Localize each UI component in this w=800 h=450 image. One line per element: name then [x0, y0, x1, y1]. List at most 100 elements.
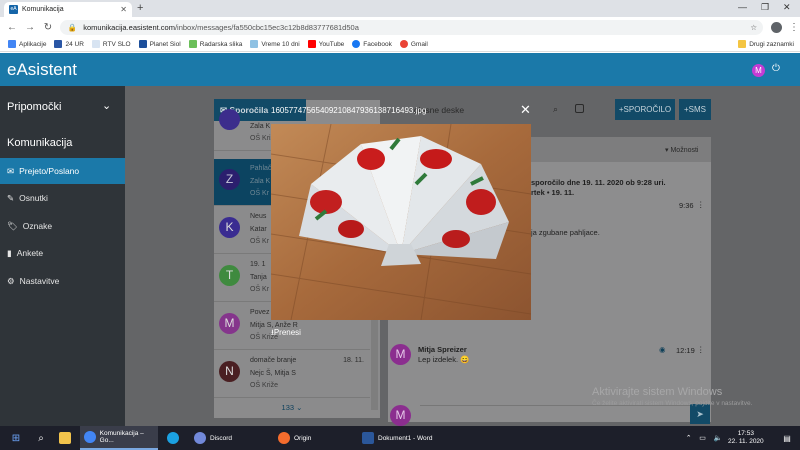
more-vert-icon[interactable]: ⋮ [697, 345, 705, 354]
facebook-icon [352, 40, 361, 48]
notifications-icon[interactable]: ▤ [780, 426, 794, 450]
rtv-icon [91, 40, 100, 48]
close-icon[interactable]: ✕ [520, 102, 531, 118]
avatar: K [219, 217, 240, 238]
emoji-icon: 😄 [460, 355, 470, 364]
tag-icon: 🏷 [7, 220, 18, 231]
url-path: /inbox/messages/fa550cbc15ec3c12b8d83777… [174, 22, 359, 32]
lightbox-filename: 16057747565409210847936138716493.jpg [271, 106, 427, 115]
message-info-line2: rtek • 19. 11. [531, 188, 575, 197]
pencil-icon: ✎ [7, 192, 15, 203]
lock-icon: 🔒 [67, 22, 78, 32]
more-vert-icon[interactable]: ⋮ [697, 200, 705, 209]
sidebar-item-settings[interactable]: ⚙ Nastavitve [0, 268, 125, 294]
youtube-icon [307, 40, 316, 48]
brand-logo[interactable]: eAsistent [7, 60, 77, 80]
taskbar-item-discord[interactable]: Discord [190, 426, 270, 450]
24ur-icon [54, 40, 63, 48]
bookmark-item[interactable]: Facebook [352, 40, 392, 48]
file-explorer-icon[interactable] [54, 426, 76, 450]
select-icon[interactable] [575, 104, 584, 113]
discord-icon [194, 432, 206, 444]
chevron-up-icon: ⌃ [685, 435, 692, 442]
word-icon [362, 432, 374, 444]
browser-tab[interactable]: eA Komunikacija ✕ [4, 2, 132, 17]
taskbar-item-chrome[interactable]: Komunikacija – Go... [80, 426, 158, 450]
sidebar-item-polls[interactable]: ▮ Ankete [0, 240, 125, 266]
other-bookmarks[interactable]: Drugi zaznamki [738, 40, 794, 48]
download-button[interactable]: ⭳Prenesi [271, 327, 305, 341]
taskbar-clock[interactable]: 17:53 22. 11. 2020 [728, 430, 764, 446]
folder-icon [738, 40, 747, 48]
taskbar-item-word[interactable]: Dokument1 - Word [358, 426, 448, 450]
composer-avatar: M [390, 405, 411, 426]
inbox-icon: ✉ [7, 165, 15, 176]
avatar: N [219, 361, 240, 382]
bookmark-item[interactable]: YouTube [307, 40, 344, 48]
menu-icon[interactable]: ⋮ [788, 22, 800, 33]
bookmark-item[interactable]: Aplikacije [8, 40, 46, 48]
url-domain: komunikacija.easistent.com [83, 22, 175, 32]
windows-start-icon[interactable]: ⊞ [4, 426, 28, 450]
system-tray[interactable]: ⌃ ▭ 🔈 [684, 426, 724, 450]
gear-icon: ⚙ [7, 275, 15, 286]
new-tab-icon[interactable]: + [137, 2, 143, 14]
address-bar[interactable]: 🔒 komunikacija.easistent.com/inbox/messa… [59, 19, 764, 35]
tab-title: Komunikacija [22, 6, 64, 13]
lightbox-photo [271, 124, 531, 320]
chevron-down-icon: ⌄ [294, 403, 303, 412]
siol-icon [138, 40, 147, 48]
bookmark-star-icon[interactable]: ☆ [750, 23, 757, 32]
avatar: Z [219, 169, 240, 190]
tools-heading[interactable]: Pripomočki [7, 101, 61, 113]
reply-time: 12:19 [676, 346, 695, 355]
address-row: ← → ↻ 🔒 komunikacija.easistent.com/inbox… [0, 17, 800, 37]
avatar: T [219, 265, 240, 286]
bookmark-item[interactable]: Planet Siol [138, 40, 181, 48]
windows-activation-title: Aktivirajte sistem Windows [592, 386, 723, 398]
search-icon[interactable]: ⌕ [30, 426, 52, 450]
sms-button[interactable]: + SMS [679, 99, 711, 120]
eye-icon: ◉ [659, 345, 666, 354]
bookmark-item[interactable]: Vreme 10 dni [250, 40, 300, 48]
load-more-button[interactable]: 133 ⌄ [214, 400, 370, 416]
sidebar-item-labels[interactable]: 🏷 Oznake [0, 213, 125, 239]
bookmarks-bar: Aplikacije 24 UR RTV SLO Planet Siol Rad… [0, 37, 800, 52]
edge-icon[interactable] [162, 426, 184, 450]
message-body-partial: ja zgubane pahljace. [531, 228, 600, 237]
close-tab-icon[interactable]: ✕ [120, 5, 127, 14]
options-dropdown[interactable]: ▾ Možnosti [665, 146, 698, 154]
forward-icon[interactable]: → [24, 22, 36, 33]
message-info-line1: sporočilo dne 19. 11. 2020 ob 9:28 uri. [531, 178, 666, 187]
chevron-down-icon[interactable]: ⌄ [102, 99, 111, 112]
reply-avatar: M [390, 344, 411, 365]
profile-icon[interactable] [771, 21, 783, 33]
search-icon[interactable]: ⌕ [553, 104, 558, 115]
avatar [219, 109, 240, 130]
reply-text: Lep izdelek. 😄 [418, 355, 470, 364]
taskbar-item-origin[interactable]: Origin [274, 426, 354, 450]
bookmark-item[interactable]: RTV SLO [91, 40, 131, 48]
back-icon[interactable]: ← [6, 22, 18, 33]
reload-icon[interactable]: ↻ [42, 22, 54, 33]
sidebar-item-drafts[interactable]: ✎ Osnutki [0, 185, 125, 211]
power-icon[interactable]: ⏻ [772, 63, 780, 74]
network-icon: ▭ [699, 435, 706, 442]
windows-activation-text: Če želite aktivirati sistem Windows, poj… [592, 400, 753, 407]
origin-icon [278, 432, 290, 444]
maximize-icon[interactable]: ❐ [761, 2, 769, 13]
user-avatar[interactable]: M [752, 64, 765, 77]
send-icon[interactable]: ➤ [690, 404, 710, 424]
chrome-icon [84, 431, 96, 443]
bookmark-item[interactable]: Gmail [399, 40, 428, 48]
list-item[interactable]: N domače branje Nejc Š, Mitja S OŠ Križe… [214, 351, 370, 398]
sidebar-item-inbox[interactable]: ✉ Prejeto/Poslano [0, 158, 125, 184]
avatar: M [219, 313, 240, 334]
new-message-button[interactable]: + SPOROČILO [615, 99, 675, 120]
minimize-icon[interactable]: — [738, 2, 747, 12]
section-heading: Komunikacija [7, 137, 73, 149]
close-window-icon[interactable]: ✕ [783, 2, 791, 13]
weather-icon [250, 40, 259, 48]
bookmark-item[interactable]: 24 UR [54, 40, 84, 48]
bookmark-item[interactable]: Radarska slika [188, 40, 242, 48]
